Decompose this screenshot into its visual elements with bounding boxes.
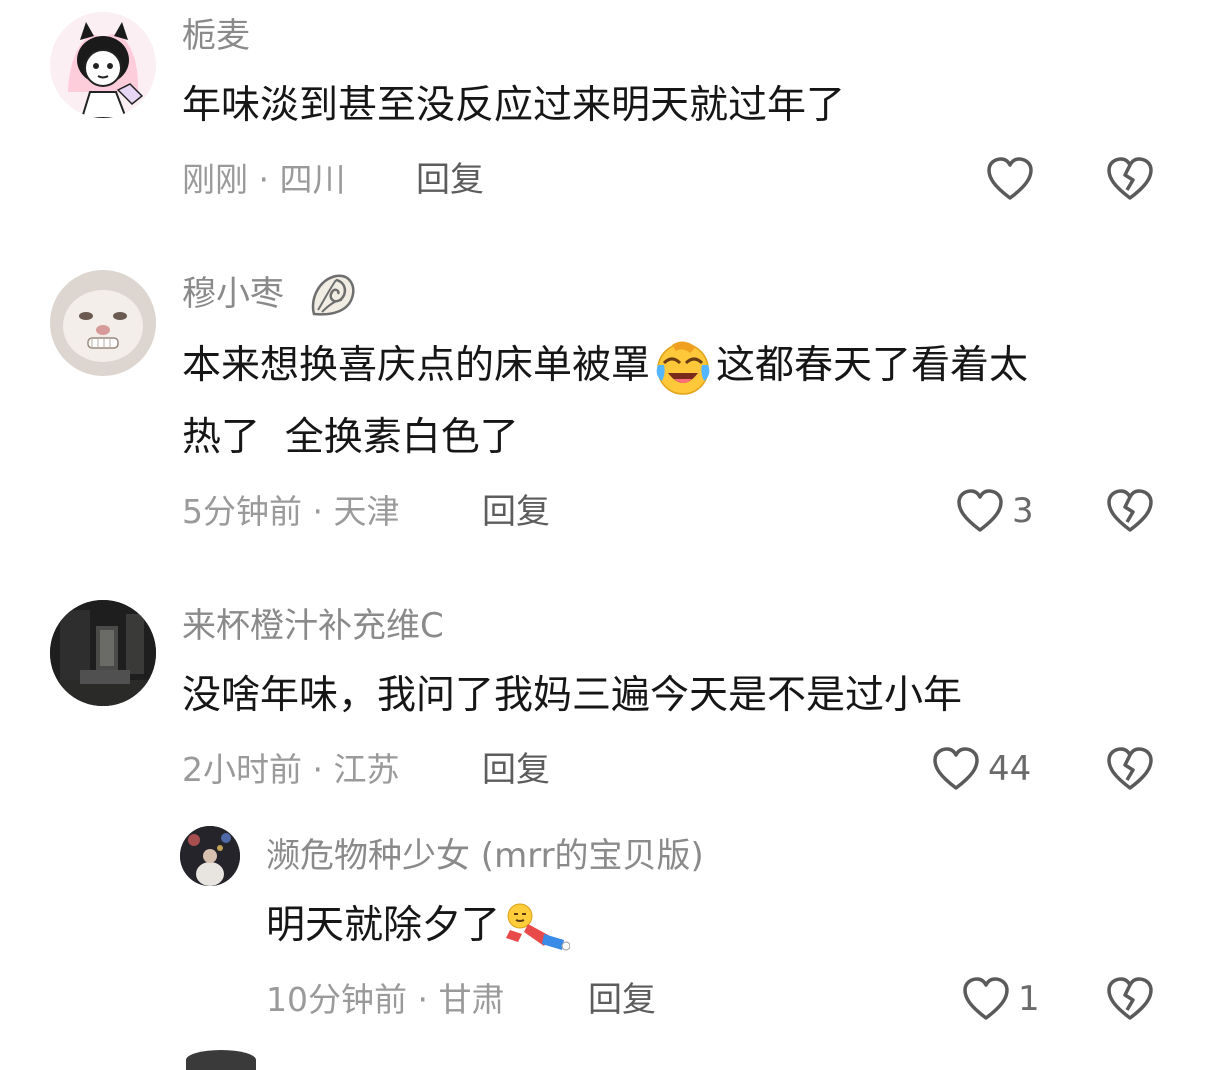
lying-down-emoji	[504, 900, 571, 956]
username[interactable]: 濒危物种少女 (mrr的宝贝版)	[266, 834, 704, 878]
like-button[interactable]: 44	[932, 746, 1031, 792]
like-count: 44	[988, 749, 1032, 789]
heart-outline-icon	[987, 157, 1033, 200]
avatar-image	[180, 826, 240, 886]
dislike-button[interactable]	[1106, 746, 1154, 792]
heart-outline-icon	[933, 747, 979, 790]
broken-heart-icon	[1107, 157, 1153, 200]
like-button[interactable]: 1	[962, 976, 1040, 1022]
comment-meta: 5分钟前 · 天津	[182, 492, 400, 531]
broken-heart-icon	[1107, 489, 1153, 532]
avatar-image	[50, 270, 156, 376]
heart-outline-icon	[957, 489, 1003, 532]
like-count: 1	[1018, 979, 1040, 1019]
reply-button[interactable]: 回复	[482, 748, 550, 792]
dislike-button[interactable]	[1106, 156, 1154, 202]
username[interactable]: 穆小枣	[182, 272, 284, 316]
conch-shell-icon	[306, 270, 360, 326]
reply-button[interactable]: 回复	[588, 978, 656, 1022]
avatar-image	[50, 600, 156, 706]
dislike-button[interactable]	[1106, 488, 1154, 534]
comment-text: 没啥年味，我问了我妈三遍今天是不是过小年	[182, 673, 963, 718]
like-button[interactable]	[986, 156, 1042, 202]
avatar[interactable]	[50, 600, 156, 706]
reply-button[interactable]: 回复	[482, 490, 550, 534]
broken-heart-icon	[1107, 977, 1153, 1020]
comment-text-part: 明天就除夕了	[266, 903, 501, 948]
username[interactable]: 来杯橙汁补充维C	[182, 604, 444, 648]
comment-text: 年味淡到甚至没反应过来明天就过年了	[182, 83, 846, 128]
comment-text-line2: 热了 全换素白色了	[182, 415, 519, 460]
avatar[interactable]	[180, 826, 240, 886]
heart-outline-icon	[963, 977, 1009, 1020]
comment-text: 明天就除夕了	[266, 890, 574, 962]
next-avatar-partial	[186, 1050, 256, 1070]
broken-heart-icon	[1107, 747, 1153, 790]
reply-button[interactable]: 回复	[416, 158, 484, 202]
dislike-button[interactable]	[1106, 976, 1154, 1022]
avatar[interactable]	[50, 270, 156, 376]
like-count: 3	[1012, 491, 1034, 531]
comment-meta: 刚刚 · 四川	[182, 160, 346, 199]
comment-text-part: 这都春天了看着太	[716, 343, 1029, 388]
comment-text-part: 本来想换喜庆点的床单被罩	[182, 343, 651, 388]
username[interactable]: 栀麦	[182, 14, 250, 58]
avatar[interactable]	[50, 12, 156, 118]
laughing-crying-emoji	[654, 339, 712, 397]
comment-meta: 10分钟前 · 甘肃	[266, 980, 505, 1019]
comment-meta: 2小时前 · 江苏	[182, 750, 400, 789]
comment-text: 本来想换喜庆点的床单被罩 这都春天了看着太	[182, 330, 1028, 402]
like-button[interactable]: 3	[956, 488, 1034, 534]
avatar-image	[50, 12, 156, 118]
